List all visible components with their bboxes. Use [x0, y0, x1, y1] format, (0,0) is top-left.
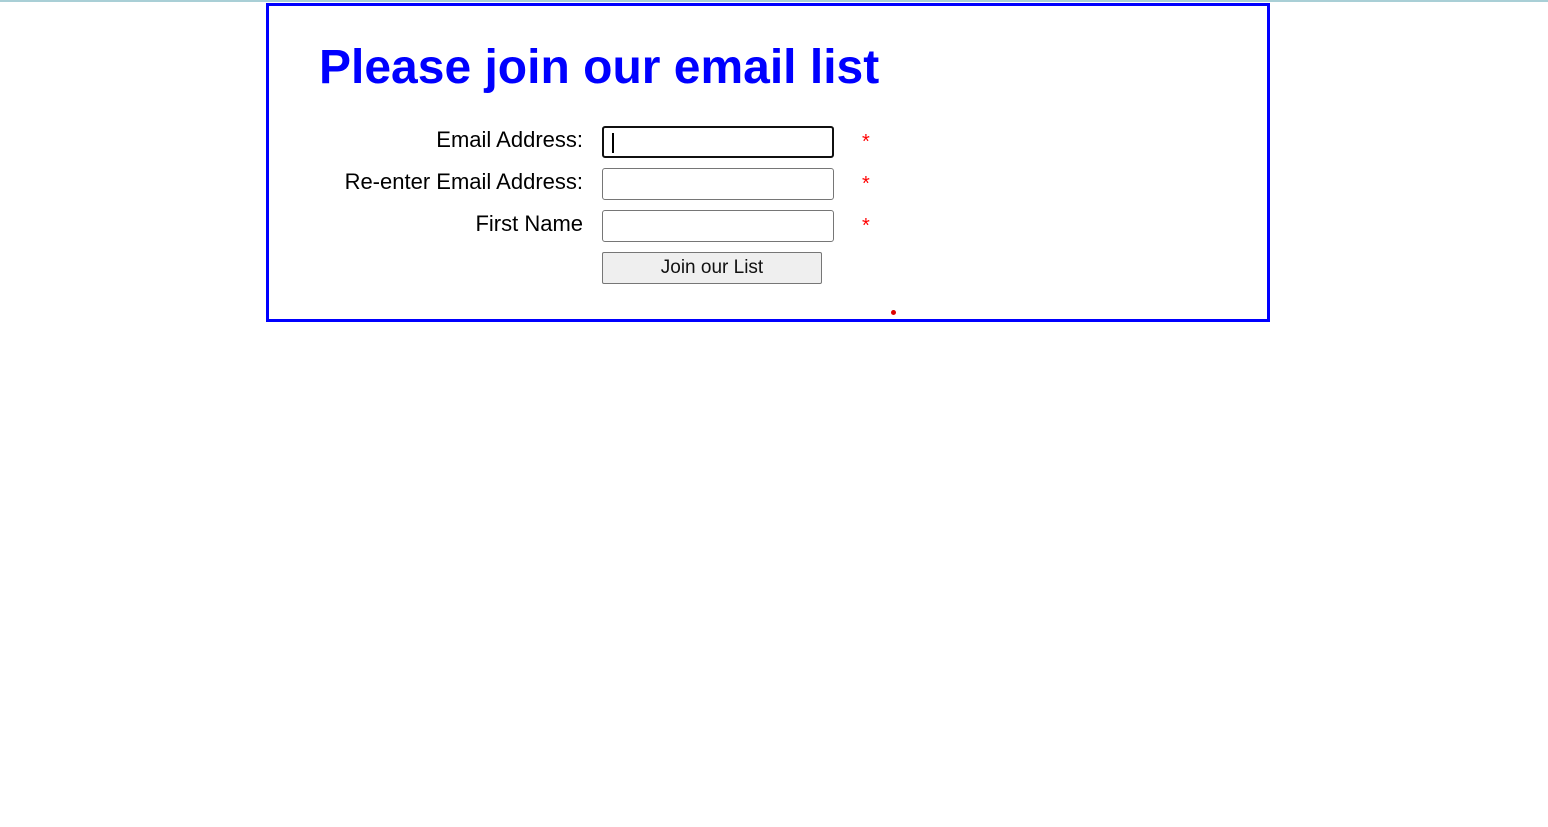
red-dot-mark — [891, 310, 896, 315]
first-name-label: First Name — [475, 211, 583, 236]
page-title: Please join our email list — [319, 41, 880, 94]
text-caret — [612, 133, 614, 153]
join-list-button[interactable]: Join our List — [602, 252, 822, 284]
top-divider — [0, 0, 1548, 2]
email-label: Email Address: — [436, 127, 583, 152]
confirm-email-field[interactable] — [602, 168, 834, 200]
confirm-email-required-marker: * — [862, 173, 870, 195]
first-name-required-marker: * — [862, 215, 870, 237]
signup-form-panel: Please join our email list Email Address… — [266, 3, 1270, 322]
email-required-marker: * — [862, 131, 870, 153]
first-name-field[interactable] — [602, 210, 834, 242]
confirm-email-label: Re-enter Email Address: — [344, 169, 583, 194]
email-field[interactable] — [602, 126, 834, 158]
